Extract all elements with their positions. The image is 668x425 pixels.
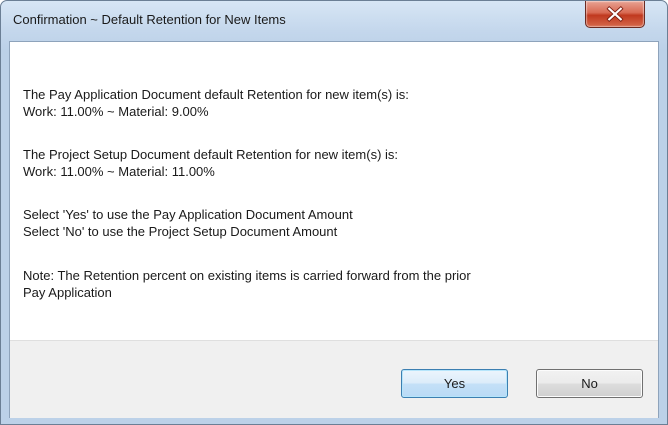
select-no-instruction: Select 'No' to use the Project Setup Doc…	[23, 224, 338, 239]
close-icon	[606, 5, 624, 23]
no-button[interactable]: No	[536, 369, 643, 398]
project-setup-retention-heading: The Project Setup Document default Reten…	[23, 147, 399, 162]
note-line-2: Pay Application	[23, 285, 112, 300]
select-yes-instruction: Select 'Yes' to use the Pay Application …	[23, 207, 353, 222]
yes-button[interactable]: Yes	[401, 369, 508, 398]
dialog-content: The Pay Application Document default Ret…	[9, 41, 659, 418]
close-button[interactable]	[585, 1, 645, 28]
confirmation-dialog: Confirmation ~ Default Retention for New…	[0, 0, 668, 425]
pay-app-retention-heading: The Pay Application Document default Ret…	[23, 87, 409, 102]
button-bar: Yes No	[10, 340, 658, 418]
window-title: Confirmation ~ Default Retention for New…	[13, 12, 286, 27]
note-line-1: Note: The Retention percent on existing …	[23, 268, 471, 283]
title-bar[interactable]: Confirmation ~ Default Retention for New…	[1, 1, 667, 41]
pay-app-retention-values: Work: 11.00% ~ Material: 9.00%	[23, 104, 209, 119]
project-setup-retention-values: Work: 11.00% ~ Material: 11.00%	[23, 164, 215, 179]
